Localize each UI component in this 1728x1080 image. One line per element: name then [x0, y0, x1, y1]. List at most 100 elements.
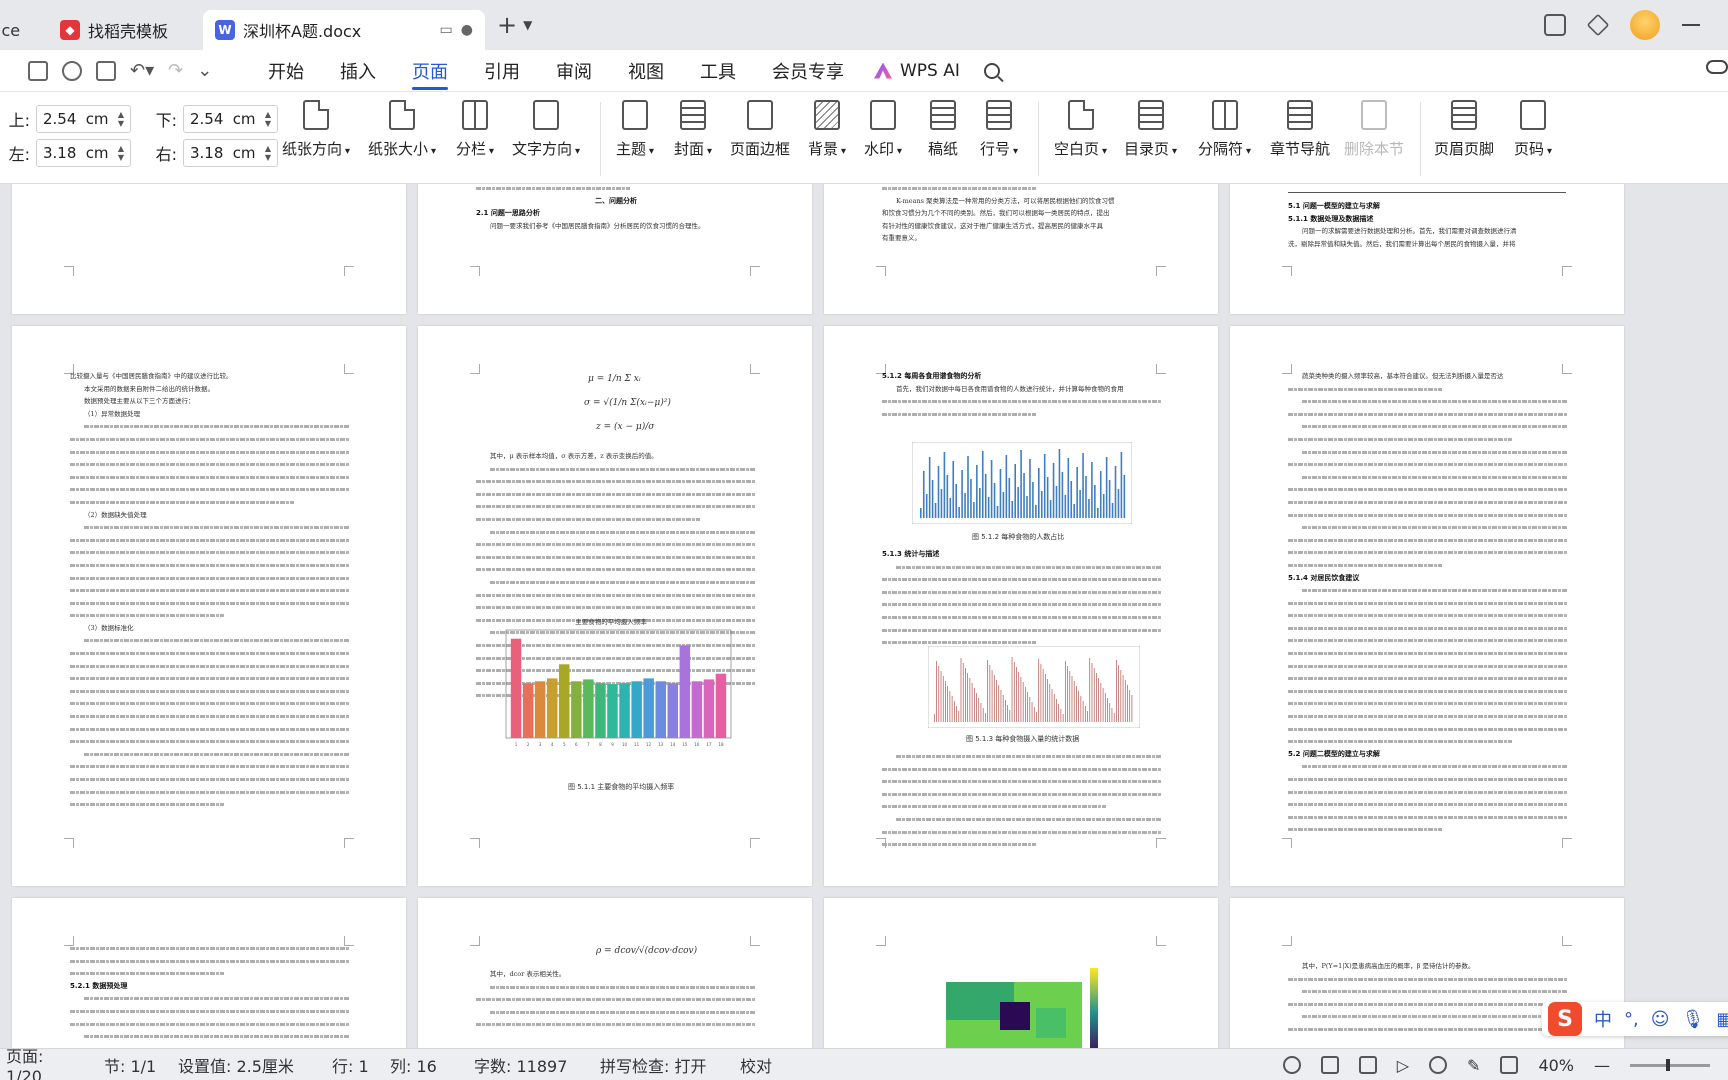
zoom-level[interactable]: 40% — [1538, 1056, 1574, 1075]
status-word-count[interactable]: 字数: 11897 — [474, 1053, 570, 1077]
status-spell-check[interactable]: 拼写检查: 打开 — [600, 1053, 710, 1077]
zoom-slider[interactable] — [1630, 1058, 1710, 1071]
list-heading: （2）数据缺失值处理 — [84, 510, 147, 519]
redo-icon[interactable]: ↷ — [168, 60, 183, 81]
more-chevron-icon[interactable]: ⌄ — [197, 60, 212, 81]
wps-ai-button[interactable]: WPS AI — [874, 61, 960, 81]
status-proofread[interactable]: 校对 — [740, 1053, 772, 1077]
new-tab-button[interactable]: + ▼ — [497, 11, 532, 39]
search-icon[interactable] — [983, 62, 1000, 79]
status-page[interactable]: 页面: 1/20 — [6, 1043, 84, 1080]
paragraph-text: 有重要意义。 — [882, 234, 921, 243]
wps-ai-logo-icon — [874, 62, 892, 79]
margin-top-field[interactable]: 2.54 cm ▲ ▼ — [36, 105, 131, 133]
page-thumbnail[interactable]: K-means 聚类算法是一种常用的分类方法，可以将居民根据他们的饮食习惯 和饮… — [824, 184, 1218, 314]
menu-view[interactable]: 视图 — [610, 50, 682, 92]
page-thumbnail[interactable]: 蔬菜类种类的摄入频率较高，基本符合建议。但无法判断摄入量是否达 5.1.4 对居… — [1230, 326, 1624, 886]
cover-button[interactable]: 封面 ▾ — [674, 100, 712, 159]
watermark-button[interactable]: 水印 ▾ — [864, 100, 902, 159]
paragraph-text: 其中，dcor 表示相关性。 — [490, 970, 566, 978]
chapter-nav-button[interactable]: 章节导航 — [1270, 100, 1330, 159]
menu-review[interactable]: 审阅 — [538, 50, 610, 92]
margin-bottom-field[interactable]: 2.54 cm ▲ ▼ — [183, 105, 278, 133]
fit-page-icon[interactable] — [1500, 1056, 1519, 1074]
line-number-button[interactable]: 行号 ▾ — [980, 100, 1018, 159]
cover-label: 封面 — [674, 140, 705, 158]
undo-icon[interactable]: ↶▾ — [130, 60, 154, 81]
microphone-icon[interactable]: 🎙 — [1682, 1009, 1705, 1030]
page-view-icon[interactable] — [1320, 1056, 1339, 1074]
blank-page-button[interactable]: 空白页 ▾ — [1054, 100, 1107, 159]
spin-arrows-icon[interactable]: ▲ ▼ — [265, 144, 271, 162]
print-preview-icon[interactable] — [96, 60, 116, 81]
sogou-logo-icon: S — [1548, 1002, 1582, 1036]
web-view-icon[interactable] — [1429, 1056, 1448, 1074]
screen-icon[interactable]: ▭ — [440, 22, 453, 38]
ime-punct[interactable]: °, — [1624, 1009, 1639, 1030]
spin-arrows-icon[interactable]: ▲ ▼ — [118, 144, 124, 162]
chart-bar — [667, 683, 678, 738]
eye-protection-icon[interactable] — [1282, 1056, 1301, 1074]
spin-arrows-icon[interactable]: ▲ ▼ — [265, 110, 271, 128]
chart-bar — [571, 681, 582, 738]
paper-size-button[interactable]: 纸张大小 ▾ — [368, 100, 436, 159]
chart-bar — [679, 645, 691, 738]
menu-tools[interactable]: 工具 — [682, 50, 754, 92]
save-icon[interactable] — [28, 60, 48, 81]
document-workspace[interactable]: 二、问题分析 2.1 问题一思路分析 问题一要求我们参考《中国居民膳食指南》分析… — [0, 184, 1728, 1048]
outline-view-icon[interactable] — [1358, 1056, 1377, 1074]
page-thumbnail[interactable]: μ = 1/n Σ xᵢ σ = √(1/n Σ(xᵢ−μ)²) z = (x … — [418, 326, 812, 886]
margin-right-field[interactable]: 3.18 cm ▲ ▼ — [183, 139, 278, 167]
minimize-icon[interactable] — [1682, 24, 1700, 26]
page-thumbnail[interactable]: 比较摄入量与《中国居民膳食指南》中的建议进行比较。 本文采用的数据来自附件二给出… — [12, 326, 406, 886]
header-footer-button[interactable]: 页眉页脚 — [1434, 100, 1494, 159]
cube-icon[interactable] — [1586, 13, 1610, 37]
page-thumbnail[interactable] — [824, 898, 1218, 1048]
text-direction-button[interactable]: 文字方向 ▾ — [512, 100, 580, 159]
margin-left-field[interactable]: 3.18 cm ▲ ▼ — [36, 139, 131, 167]
menu-insert[interactable]: 插入 — [322, 50, 394, 92]
menu-bar: ↶▾ ↷ ⌄ 开始 插入 页面 引用 审阅 视图 工具 会员专享 WPS AI — [0, 50, 1728, 92]
chart-bar — [583, 679, 594, 738]
page-number-button[interactable]: 页码 ▾ — [1514, 100, 1552, 159]
ime-mode[interactable]: 中 — [1594, 1006, 1612, 1032]
menu-references[interactable]: 引用 — [466, 50, 538, 92]
emoji-icon[interactable]: ☺ — [1651, 1009, 1670, 1030]
toc-page-button[interactable]: 目录页 ▾ — [1124, 100, 1177, 159]
page-thumbnail[interactable]: 5.2.1 数据预处理 — [12, 898, 406, 1048]
window-layout-icon[interactable] — [1544, 14, 1566, 36]
header-footer-icon — [1451, 100, 1477, 130]
wps-ai-label: WPS AI — [900, 60, 960, 81]
page-thumbnail[interactable]: 5.1 问题一模型的建立与求解 5.1.1 数据处理及数据描述 问题一的求解需要… — [1230, 184, 1624, 314]
link-icon[interactable] — [62, 60, 82, 81]
separator-button[interactable]: 分隔符 ▾ — [1198, 100, 1251, 159]
menu-membership[interactable]: 会员专享 — [754, 50, 862, 92]
manuscript-button[interactable]: 稿纸 — [928, 100, 958, 159]
user-avatar[interactable] — [1630, 10, 1660, 40]
page-thumbnail[interactable]: 5.1.2 每周各食用谱食物的分析 首先，我们对数据中每日各食用谱食物的人数进行… — [824, 326, 1218, 886]
tab-office-home[interactable]: ffice — [0, 10, 48, 50]
play-icon[interactable]: ▷ — [1397, 1056, 1409, 1075]
theme-button[interactable]: 主题 ▾ — [616, 100, 654, 159]
spin-arrows-icon[interactable]: ▲ ▼ — [118, 110, 124, 128]
tab-template-store[interactable]: ◆ 找稻壳模板 — [48, 10, 203, 50]
background-button[interactable]: 背景 ▾ — [808, 100, 846, 159]
paragraph-text: 其中，P(Y=1|X)是患病高血压的概率，β 是待估计的参数。 — [1302, 962, 1475, 970]
page-thumbnail[interactable]: ρ = dcov/√(dcov·dcov) 其中，dcor 表示相关性。 — [418, 898, 812, 1048]
zoom-out-icon[interactable]: — — [1594, 1056, 1610, 1075]
pen-icon[interactable]: ✎ — [1467, 1056, 1480, 1075]
columns-button[interactable]: 分栏 ▾ — [456, 100, 494, 159]
tab-document[interactable]: W 深圳杯A题.docx ▭ ● — [203, 10, 485, 50]
delete-section-button[interactable]: 删除本节 — [1344, 100, 1404, 159]
page-border-button[interactable]: 页面边框 — [730, 100, 790, 159]
keyboard-icon[interactable]: ▦ — [1716, 1009, 1728, 1030]
menu-page[interactable]: 页面 — [394, 50, 466, 92]
chart-bar — [547, 678, 558, 738]
cloud-icon[interactable] — [1706, 60, 1728, 74]
sogou-ime-toolbar[interactable]: S 中 °, ☺ 🎙 ▦ — [1542, 1002, 1728, 1036]
page-thumbnail[interactable] — [12, 184, 406, 314]
orientation-button[interactable]: 纸张方向 ▾ — [282, 100, 350, 159]
page-thumbnail[interactable]: 二、问题分析 2.1 问题一思路分析 问题一要求我们参考《中国居民膳食指南》分析… — [418, 184, 812, 314]
tab-close-dot-icon[interactable]: ● — [461, 22, 473, 38]
menu-home[interactable]: 开始 — [250, 50, 322, 92]
